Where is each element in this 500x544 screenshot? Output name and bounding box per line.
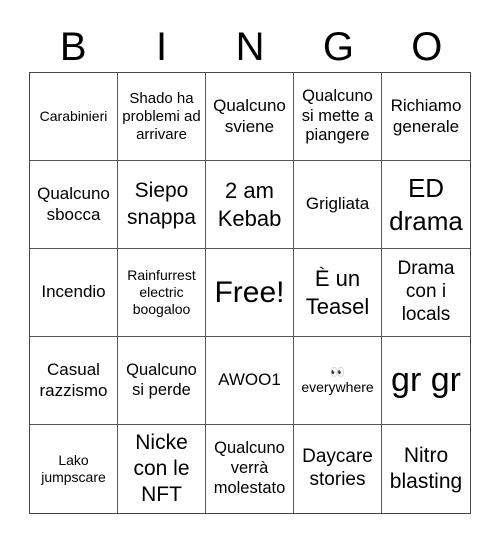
bingo-cell-label: Shado ha problemi ad arrivare [122, 89, 201, 143]
bingo-cell-label: Qualcuno sbocca [37, 184, 110, 224]
bingo-cell[interactable]: Carabinieri [30, 73, 118, 161]
bingo-cell-label: gr gr [391, 361, 461, 400]
bingo-cell[interactable]: Shado ha problemi ad arrivare [118, 73, 206, 161]
bingo-cell[interactable]: Nitro blasting [382, 425, 470, 513]
bingo-cell[interactable]: gr gr [382, 337, 470, 425]
bingo-cell[interactable]: ED drama [382, 161, 470, 249]
bingo-cell[interactable]: Incendio [30, 249, 118, 337]
bingo-cell[interactable]: Richiamo generale [382, 73, 470, 161]
bingo-cell-label: Qualcuno si mette a piangere [301, 86, 374, 145]
bingo-cell-label: Free! [214, 275, 285, 309]
bingo-cell[interactable]: È un Teasel [294, 249, 382, 337]
bingo-cell-label: È un Teasel [305, 266, 370, 319]
bingo-cell-label: Grigliata [305, 194, 370, 214]
bingo-cell-label: Qualcuno si perde [126, 360, 197, 399]
bingo-header: B I N G O [29, 22, 471, 72]
bingo-cell[interactable]: 2 am Kebab [206, 161, 294, 249]
bingo-cell-label: Casual razzismo [39, 360, 108, 400]
bingo-cell-label: Qualcuno verrà molestato [213, 439, 286, 497]
bingo-cell-label: Nicke con le NFT [133, 430, 190, 507]
bingo-cell-label: Incendio [41, 282, 106, 302]
bingo-cell[interactable]: Nicke con le NFT [118, 425, 206, 513]
bingo-cell[interactable]: Qualcuno sviene [206, 73, 294, 161]
bingo-cell[interactable]: Qualcuno verrà molestato [206, 425, 294, 513]
eyes-icon: 👀 [330, 364, 345, 379]
bingo-cell-label: Nitro blasting [389, 443, 463, 493]
bingo-cell[interactable]: Grigliata [294, 161, 382, 249]
bingo-cell[interactable]: Rainfurrest electric boogaloo [118, 249, 206, 337]
bingo-grid: Carabinieri Shado ha problemi ad arrivare… [29, 72, 471, 514]
header-letter-o: O [411, 25, 443, 69]
bingo-cell-label: AWOO1 [218, 370, 281, 390]
header-letter-n: N [235, 25, 265, 69]
bingo-cell[interactable]: Siepo snappa [118, 161, 206, 249]
bingo-cell-label: Carabinieri [39, 108, 108, 125]
bingo-cell-label: Qualcuno sviene [213, 96, 286, 136]
bingo-cell[interactable]: Daycare stories [294, 425, 382, 513]
bingo-cell[interactable]: Casual razzismo [30, 337, 118, 425]
bingo-cell[interactable]: Qualcuno si mette a piangere [294, 73, 382, 161]
bingo-cell-label: 2 am Kebab [217, 178, 282, 231]
bingo-cell[interactable]: Drama con i locals [382, 249, 470, 337]
bingo-cell-label: Rainfurrest electric boogaloo [127, 267, 196, 317]
bingo-cell-label: 👀 everywhere [301, 364, 374, 396]
bingo-cell-label: Lako jumpscare [41, 452, 106, 485]
bingo-cell[interactable]: Lako jumpscare [30, 425, 118, 513]
header-letter-g: G [322, 25, 354, 69]
bingo-cell[interactable]: 👀 everywhere [294, 337, 382, 425]
bingo-cell-label: Siepo snappa [127, 179, 196, 229]
bingo-cell-text: everywhere [301, 378, 374, 395]
bingo-cell-label: ED drama [389, 173, 463, 236]
bingo-cell[interactable]: Qualcuno sbocca [30, 161, 118, 249]
bingo-cell-label: Richiamo generale [390, 96, 462, 136]
bingo-cell[interactable]: Qualcuno si perde [118, 337, 206, 425]
header-letter-b: B [59, 25, 87, 69]
bingo-cell-free[interactable]: Free! [206, 249, 294, 337]
bingo-cell-label: Drama con i locals [397, 258, 455, 325]
bingo-cell[interactable]: AWOO1 [206, 337, 294, 425]
header-letter-i: I [156, 25, 168, 69]
bingo-cell-label: Daycare stories [302, 446, 373, 490]
